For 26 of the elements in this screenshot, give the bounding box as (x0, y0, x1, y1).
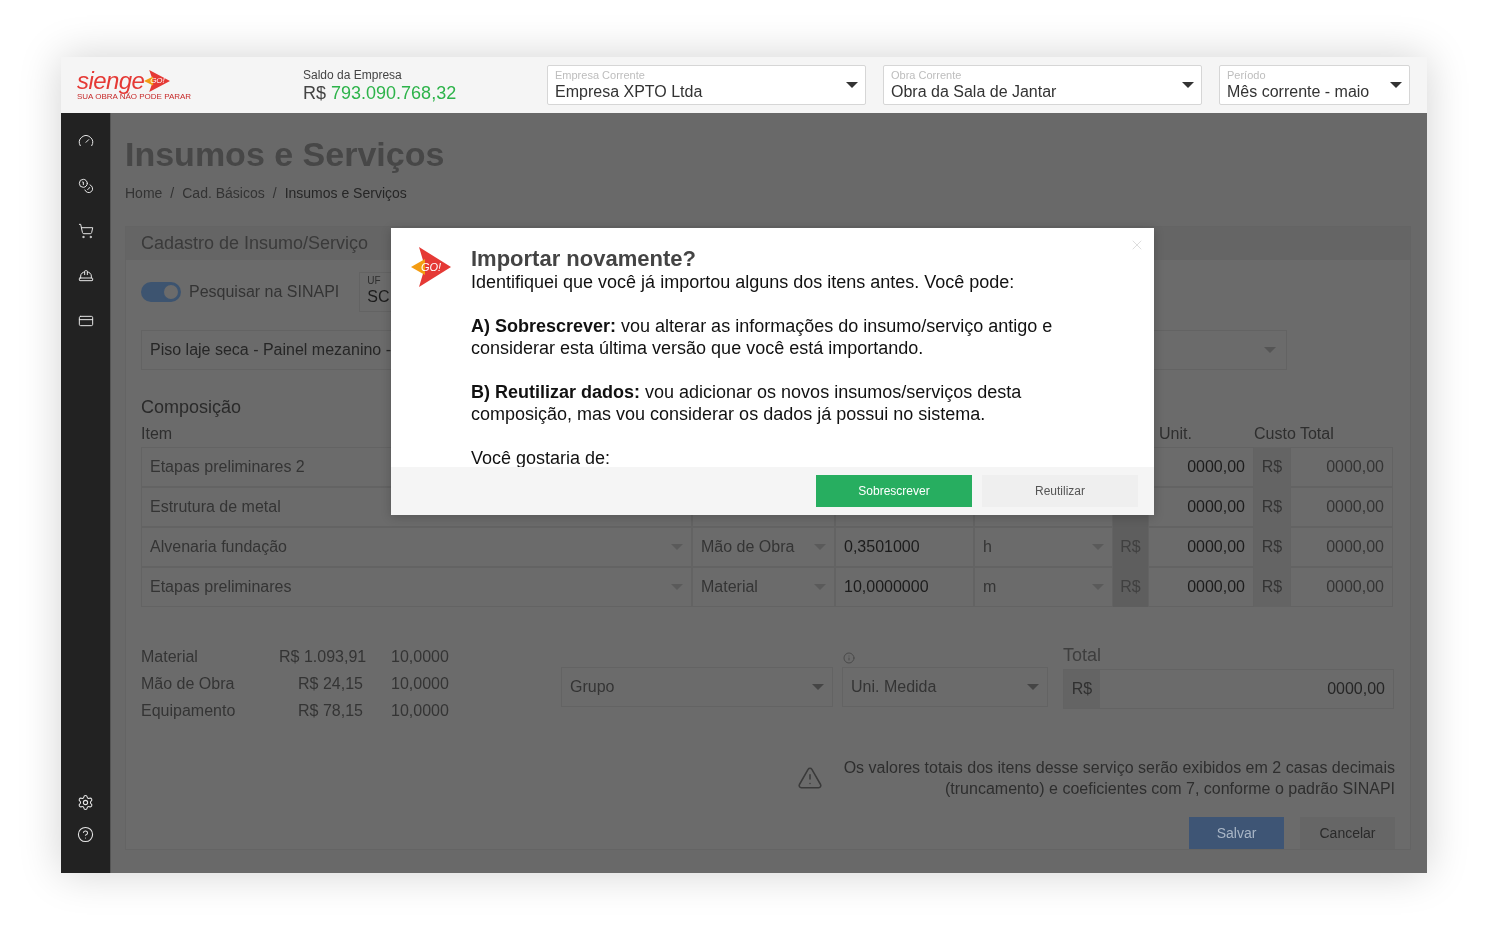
dialog-text: B) Reutilizar dados: vou adicionar os novos insumos/serviços desta composição, mas vou considerar os dados já possui no sistema. (471, 381, 1023, 425)
notice-text: Os valores totais dos itens desse serviço serão exibidos em 2 casas decimais (truncamento) e coeficientes com 7, conforme o padrão SINAPI (842, 758, 1395, 799)
summary-label: Material (141, 647, 199, 667)
total-field: 0000,00 (1290, 487, 1393, 527)
breadcrumb-separator: / (272, 184, 277, 203)
column-header: Unit. (1158, 424, 1193, 444)
dialog-text: A) Sobrescrever: vou alterar as informações do insumo/serviço antigo e considerar esta última versão que você está importando. (471, 315, 1054, 359)
summary-quantity: 10,0000 (390, 674, 450, 694)
summary-quantity: 10,0000 (390, 647, 450, 667)
summary-value: R$ 78,15 (297, 701, 363, 721)
dialog-text: Você gostaria de: (471, 447, 612, 467)
total-field: 0000,00 (1290, 527, 1393, 567)
summary-value: R$ 24,15 (297, 674, 363, 694)
total-field: 0000,00 (1290, 567, 1393, 607)
breadcrumb-separator: / (170, 184, 175, 203)
balance-amount: R$ 793.090.768,32 (303, 83, 458, 102)
section-title: Composição (141, 398, 242, 416)
dialog-text: Identifiquei que você já importou alguns dos itens antes. Você pode: (471, 271, 1016, 293)
summary-quantity: 10,0000 (390, 701, 450, 721)
breadcrumb-current: Insumos e Serviços (284, 184, 407, 203)
summary-label: Equipamento (141, 701, 237, 721)
summary-label: Mão de Obra (141, 674, 236, 694)
total-field: 0000,00 (1290, 447, 1393, 487)
column-header: Item (141, 424, 174, 444)
column-header: Custo Total (1254, 424, 1335, 444)
balance-label: Saldo da Empresa (303, 68, 403, 81)
